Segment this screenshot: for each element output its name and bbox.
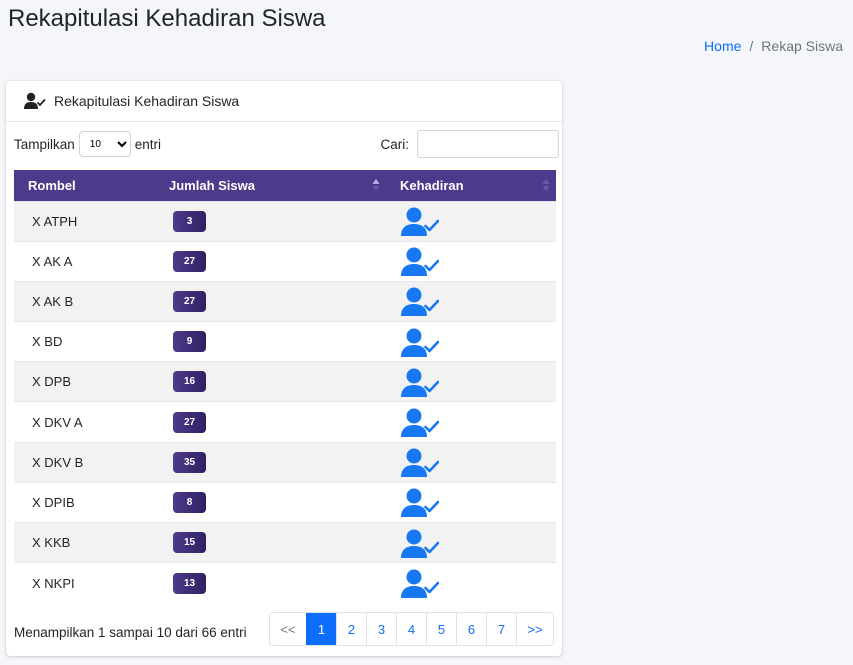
jumlah-cell: 27 (155, 241, 386, 281)
column-header-jumlah-label: Jumlah Siswa (169, 177, 255, 193)
search-label: Cari: (380, 136, 409, 152)
page-button-5[interactable]: 5 (426, 613, 456, 645)
length-control: Tampilkan 10 entri (14, 129, 161, 159)
rombel-cell: X DKV B (32, 454, 84, 470)
jumlah-cell: 27 (155, 281, 386, 321)
jumlah-cell: 35 (155, 442, 386, 482)
jumlah-badge: 35 (173, 451, 206, 473)
jumlah-badge: 27 (173, 411, 206, 433)
jumlah-cell: 27 (155, 402, 386, 442)
user-check-icon[interactable] (401, 286, 439, 317)
rombel-cell: X DPB (32, 374, 72, 390)
column-header-kehadiran[interactable]: Kehadiran (386, 170, 556, 201)
search-input[interactable] (417, 130, 559, 158)
kehadiran-cell (386, 523, 556, 563)
rekap-table: Rombel Jumlah Siswa Kehadiran X ATPH 3 X… (14, 170, 556, 603)
page-prev-button[interactable]: << (270, 613, 306, 645)
breadcrumb-separator: / (749, 38, 754, 54)
rombel-cell: X DKV A (32, 414, 83, 430)
rombel-cell: X KKB (32, 535, 71, 551)
rombel-cell: X ATPH (32, 213, 78, 229)
table-row: X DKV A 27 (14, 401, 556, 442)
user-check-icon[interactable] (401, 568, 439, 599)
user-check-icon[interactable] (401, 528, 439, 558)
sort-asc-icon (372, 179, 380, 191)
page-button-4[interactable]: 4 (396, 613, 426, 645)
column-header-rombel[interactable]: Rombel (14, 170, 155, 201)
column-header-kehadiran-label: Kehadiran (400, 177, 464, 193)
jumlah-badge: 27 (173, 290, 206, 312)
table-row: X DPB 16 (14, 361, 556, 402)
jumlah-badge: 8 (173, 491, 206, 513)
rombel-cell: X NKPI (32, 575, 75, 591)
user-check-icon (24, 92, 46, 109)
kehadiran-cell (386, 482, 556, 522)
breadcrumb: Home / Rekap Siswa (704, 38, 843, 54)
table-row: X AK B 27 (14, 281, 556, 322)
jumlah-cell: 15 (155, 523, 386, 563)
page-button-2[interactable]: 2 (336, 613, 366, 645)
jumlah-badge: 9 (173, 331, 206, 353)
jumlah-badge: 16 (173, 371, 206, 393)
breadcrumb-home-link[interactable]: Home (704, 38, 741, 54)
sort-both-icon (542, 179, 550, 191)
kehadiran-cell (386, 322, 556, 362)
rombel-cell: X AK A (32, 253, 73, 269)
jumlah-cell: 3 (155, 201, 386, 241)
rekap-card: Rekapitulasi Kehadiran Siswa Tampilkan 1… (6, 81, 562, 656)
user-check-icon[interactable] (401, 407, 439, 438)
user-check-icon[interactable] (401, 327, 439, 357)
table-header-row: Rombel Jumlah Siswa Kehadiran (14, 170, 556, 201)
jumlah-badge: 3 (173, 210, 206, 232)
page-length-select[interactable]: 10 (78, 131, 131, 157)
table-controls: Tampilkan 10 entri Cari: (14, 129, 559, 159)
table-row: X NKPI 13 (14, 562, 556, 603)
card-header: Rekapitulasi Kehadiran Siswa (6, 81, 562, 122)
user-check-icon[interactable] (401, 367, 439, 397)
page-button-1[interactable]: 1 (306, 613, 336, 645)
kehadiran-cell (386, 281, 556, 321)
rombel-cell: X BD (32, 334, 63, 350)
search-control: Cari: (380, 129, 559, 159)
page-button-6[interactable]: 6 (456, 613, 486, 645)
length-prefix: Tampilkan (14, 136, 75, 152)
kehadiran-cell (386, 362, 556, 402)
jumlah-cell: 13 (155, 563, 386, 603)
column-header-jumlah[interactable]: Jumlah Siswa (155, 170, 386, 201)
table-row: X AK A 27 (14, 241, 556, 281)
length-suffix: entri (134, 136, 162, 152)
kehadiran-cell (386, 442, 556, 482)
user-check-icon[interactable] (401, 246, 439, 277)
kehadiran-cell (386, 241, 556, 281)
jumlah-badge: 13 (173, 572, 206, 594)
jumlah-cell: 9 (155, 322, 386, 362)
table-row: X BD 9 (14, 321, 556, 362)
rombel-cell: X DPIB (32, 494, 75, 510)
kehadiran-cell (386, 563, 556, 603)
user-check-icon[interactable] (401, 447, 439, 478)
kehadiran-cell (386, 201, 556, 241)
table-row: X KKB 15 (14, 522, 556, 563)
rombel-cell: X AK B (32, 293, 74, 309)
page-button-7[interactable]: 7 (486, 613, 516, 645)
page-button-3[interactable]: 3 (366, 613, 396, 645)
table-row: X DPIB 8 (14, 482, 556, 522)
page-title: Rekapitulasi Kehadiran Siswa (8, 5, 326, 32)
page-next-button[interactable]: >> (516, 613, 553, 645)
table-info: Menampilkan 1 sampai 10 dari 66 entri (14, 625, 247, 640)
jumlah-badge: 27 (173, 250, 206, 272)
breadcrumb-current: Rekap Siswa (761, 38, 843, 54)
card-title: Rekapitulasi Kehadiran Siswa (54, 93, 240, 109)
user-check-icon[interactable] (401, 206, 439, 237)
table-row: X DKV B 35 (14, 442, 556, 483)
jumlah-badge: 15 (173, 532, 206, 554)
kehadiran-cell (386, 402, 556, 442)
jumlah-cell: 16 (155, 362, 386, 402)
table-body: X ATPH 3 X AK A 27 X AK B 27 X BD 9 X DP… (14, 201, 556, 603)
table-row: X ATPH 3 (14, 201, 556, 242)
jumlah-cell: 8 (155, 482, 386, 522)
user-check-icon[interactable] (401, 487, 439, 518)
pagination: << 1 2 3 4 5 6 7 >> (269, 612, 554, 646)
